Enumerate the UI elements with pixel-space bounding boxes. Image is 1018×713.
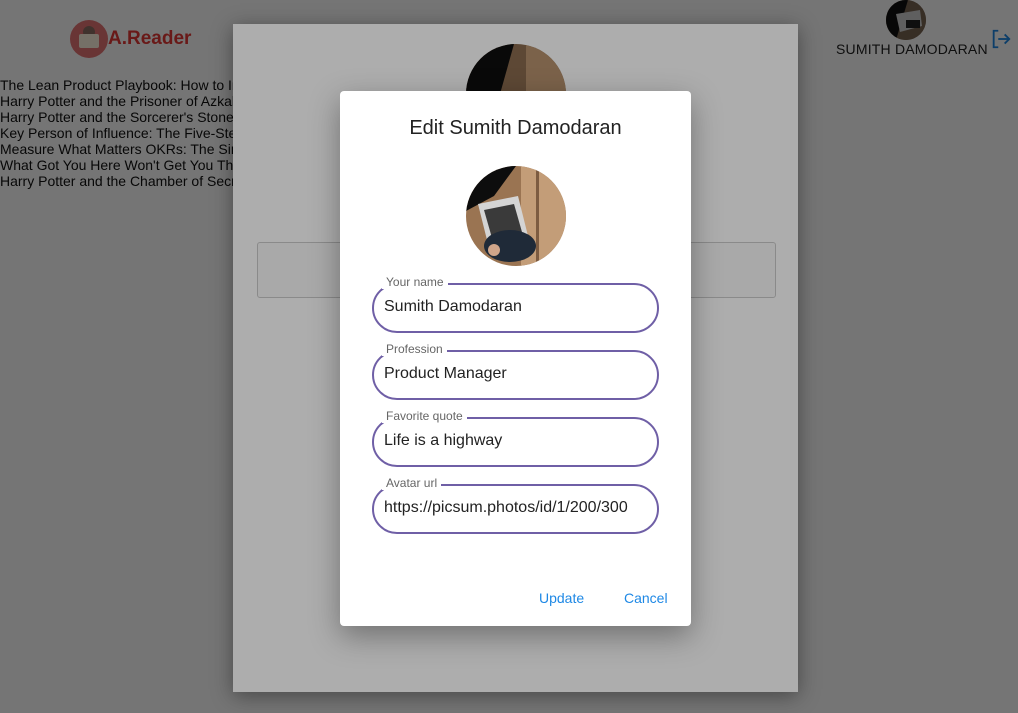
- avatar-url-field[interactable]: Avatar url https://picsum.photos/id/1/20…: [372, 476, 659, 534]
- name-input[interactable]: Sumith Damodaran: [384, 298, 647, 316]
- update-button[interactable]: Update: [531, 586, 592, 610]
- quote-input[interactable]: Life is a highway: [384, 432, 647, 450]
- avatar-url-field-label: Avatar url: [382, 476, 442, 490]
- cancel-button[interactable]: Cancel: [616, 586, 676, 610]
- quote-field-label: Favorite quote: [382, 409, 467, 423]
- dialog-title: Edit Sumith Damodaran: [409, 117, 622, 139]
- profession-field-label: Profession: [382, 342, 447, 356]
- avatar-url-input[interactable]: https://picsum.photos/id/1/200/300: [384, 499, 647, 517]
- quote-field[interactable]: Favorite quote Life is a highway: [372, 409, 659, 467]
- name-field[interactable]: Your name Sumith Damodaran: [372, 275, 659, 333]
- profession-input[interactable]: Product Manager: [384, 365, 647, 383]
- edit-profile-dialog: Edit Sumith Damodaran Your name Sumith D…: [340, 91, 691, 626]
- name-field-label: Your name: [382, 275, 448, 289]
- profession-field[interactable]: Profession Product Manager: [372, 342, 659, 400]
- dialog-avatar: [466, 166, 566, 266]
